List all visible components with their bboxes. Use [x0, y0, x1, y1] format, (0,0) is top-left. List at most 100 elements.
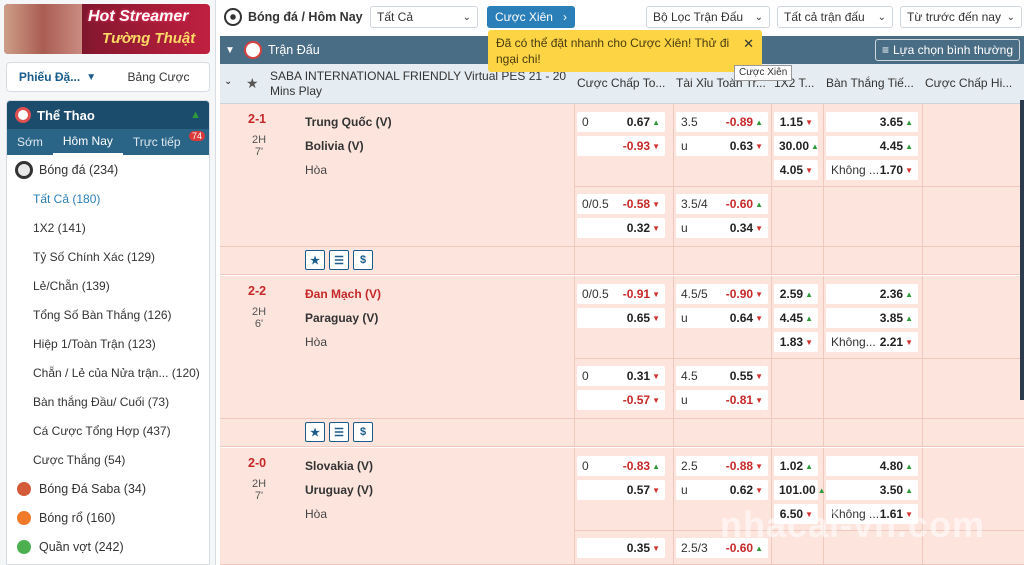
odds-value: 0.57 — [626, 483, 651, 497]
sidebar-sport-item[interactable]: Bóng rổ (160) — [7, 503, 209, 532]
odds-cell[interactable]: 4.80 ▲ — [826, 456, 918, 476]
odds-cell[interactable]: -0.57 ▼ — [577, 390, 665, 410]
odds-value: 6.50 — [779, 507, 804, 521]
match-filter-select[interactable]: Bộ Lọc Trận Đấu ⌄ — [646, 6, 770, 28]
scrollbar[interactable] — [1020, 100, 1024, 400]
sports-header[interactable]: Thể Thao ▲ — [7, 101, 209, 129]
market-select[interactable]: Tất Cả ⌄ — [370, 6, 478, 28]
odds-cell[interactable]: u 0.63 ▼ — [676, 136, 768, 156]
odds-value: -0.83 — [622, 459, 651, 473]
odds-cell[interactable]: 0.32 ▼ — [577, 218, 665, 238]
parlay-button[interactable]: Cược Xiên › — [487, 6, 575, 28]
sidebar-market-item[interactable]: Tỷ Số Chính Xác (129) — [7, 242, 209, 271]
column-divider — [922, 448, 923, 565]
star-icon[interactable]: ★ — [246, 75, 259, 92]
sidebar-sport-item[interactable]: Bóng Đá Saba (34) — [7, 474, 209, 503]
odds-cell[interactable]: 0.65 ▼ — [577, 308, 665, 328]
odds-cell[interactable]: 101.00 ▲ — [774, 480, 826, 500]
odds-cell[interactable]: 2.5 -0.88 ▼ — [676, 456, 768, 476]
column-divider — [574, 448, 575, 565]
odds-cell[interactable]: 4.5 0.55 ▼ — [676, 366, 768, 386]
tab-bet-table[interactable]: Bảng Cược — [108, 63, 209, 91]
sidebar-market-item[interactable]: Tất Cả (180) — [7, 184, 209, 213]
odds-cell[interactable]: 3.85 ▲ — [826, 308, 918, 328]
tab-live[interactable]: Trực tiếp — [123, 129, 191, 155]
stats-icon[interactable]: ☰ — [329, 422, 349, 442]
match-score: 2-2 — [248, 284, 267, 298]
normal-pick-button[interactable]: ≡ Lựa chọn bình thường — [874, 39, 1020, 61]
odds-cell[interactable]: Không... 2.21 ▼ — [826, 332, 918, 352]
odds-cell[interactable]: 3.5 -0.89 ▲ — [676, 112, 768, 132]
odds-line: u — [681, 393, 688, 407]
odds-cell[interactable]: u 0.64 ▼ — [676, 308, 768, 328]
column-divider — [823, 448, 824, 565]
stats-icon[interactable]: ☰ — [329, 250, 349, 270]
tab-early[interactable]: Sớm — [7, 129, 53, 155]
odds-cell[interactable]: 0.57 ▼ — [577, 480, 665, 500]
odds-cell[interactable]: 0 -0.83 ▲ — [577, 456, 665, 476]
all-matches-select[interactable]: Tất cả trận đấu ⌄ — [777, 6, 893, 28]
odds-down-icon: ▼ — [805, 337, 813, 347]
cashout-dollar-icon[interactable]: $ — [353, 250, 373, 270]
odds-cell[interactable]: 2.36 ▲ — [826, 284, 918, 304]
odds-cell[interactable]: u 0.34 ▼ — [676, 218, 768, 238]
odds-cell[interactable]: 1.02 ▲ — [774, 456, 818, 476]
odds-value: 0.35 — [626, 541, 651, 555]
odds-cell[interactable]: 3.65 ▲ — [826, 112, 918, 132]
odds-cell[interactable]: 4.45 ▲ — [774, 308, 818, 328]
column-divider — [673, 104, 674, 275]
odds-cell[interactable]: 0/0.5 -0.58 ▼ — [577, 194, 665, 214]
page-title: Bóng đá / Hôm Nay — [248, 10, 363, 24]
close-icon[interactable]: ✕ — [743, 36, 754, 52]
sort-select[interactable]: Từ trước đến nay ⌄ — [900, 6, 1022, 28]
odds-cell[interactable]: 0 0.67 ▲ — [577, 112, 665, 132]
sidebar-market-item[interactable]: Bàn thắng Đầu/ Cuối (73) — [7, 387, 209, 416]
column-divider — [823, 104, 824, 275]
sidebar-sport-item[interactable]: Quần vợt (242) — [7, 532, 209, 561]
sidebar-market-item[interactable]: 1X2 (141) — [7, 213, 209, 242]
sidebar-market-item[interactable]: Chẵn / Lẻ của Nửa trận... (120) — [7, 358, 209, 387]
col-handicap-half: Cược Chấp Hi... — [925, 76, 1013, 90]
odds-cell[interactable]: 3.50 ▲ — [826, 480, 918, 500]
odds-cell[interactable]: 30.00 ▲ — [774, 136, 819, 156]
cashout-dollar-icon[interactable]: $ — [353, 422, 373, 442]
chevron-down-icon[interactable]: ⌄ — [224, 76, 232, 87]
odds-cell[interactable]: 1.15 ▼ — [774, 112, 818, 132]
odds-cell[interactable]: 4.45 ▲ — [826, 136, 918, 156]
odds-cell[interactable]: 0.35 ▼ — [577, 538, 665, 558]
tab-today[interactable]: Hôm Nay — [52, 129, 123, 155]
odds-cell[interactable]: Không ... 1.61 ▼ — [826, 504, 918, 524]
row-separator — [220, 418, 1024, 419]
sidebar-market-item[interactable]: Hiệp 1/Toàn Trận (123) — [7, 329, 209, 358]
odds-cell[interactable]: u -0.81 ▼ — [676, 390, 768, 410]
odds-cell[interactable]: u 0.62 ▼ — [676, 480, 768, 500]
tab-bet-slip[interactable]: Phiếu Đặ... ▼ — [7, 63, 108, 91]
favorite-star-icon[interactable]: ★ — [305, 422, 325, 442]
normal-pick-label: Lựa chọn bình thường — [892, 43, 1013, 57]
sidebar-market-item[interactable]: Cược Thắng (54) — [7, 445, 209, 474]
collapse-icon[interactable]: ▼ — [220, 45, 240, 56]
sidebar-market-item[interactable]: Tổng Số Bàn Thắng (126) — [7, 300, 209, 329]
match-row: 2-2 2H 6' Đan Mạch (V) Paraguay (V) Hòa 0/0.5-… — [220, 276, 1024, 447]
sidebar-market-item[interactable]: Lẻ/Chẵn (139) — [7, 271, 209, 300]
sidebar-market-item[interactable]: Cá Cược Tổng Hợp (437) — [7, 416, 209, 445]
odds-cell[interactable]: Không ... 1.70 ▼ — [826, 160, 918, 180]
odds-cell[interactable]: 0 0.31 ▼ — [577, 366, 665, 386]
odds-cell[interactable]: -0.93 ▼ — [577, 136, 665, 156]
odds-cell[interactable]: 2.5/3 -0.60 ▲ — [676, 538, 768, 558]
favorite-star-icon[interactable]: ★ — [305, 250, 325, 270]
odds-cell[interactable]: 4.5/5 -0.90 ▼ — [676, 284, 768, 304]
odds-line: 0/0.5 — [582, 287, 609, 301]
sidebar: Hot Streamer Tường Thuật Phiếu Đặ... ▼ B… — [0, 0, 216, 565]
odds-cell[interactable]: 0/0.5 -0.91 ▼ — [577, 284, 665, 304]
match-score: 2-0 — [248, 456, 267, 470]
odds-cell[interactable]: 3.5/4 -0.60 ▲ — [676, 194, 768, 214]
odds-cell[interactable]: 2.59 ▲ — [774, 284, 818, 304]
hot-streamer-banner[interactable]: Hot Streamer Tường Thuật — [4, 4, 210, 54]
chevron-up-icon[interactable]: ▲ — [190, 109, 201, 121]
odds-cell[interactable]: 4.05 ▼ — [774, 160, 818, 180]
odds-cell[interactable]: 6.50 ▼ — [774, 504, 818, 524]
odds-cell[interactable]: 1.83 ▼ — [774, 332, 818, 352]
odds-value: 4.45 — [879, 139, 904, 153]
sidebar-sport-item[interactable]: Bóng đá (234) — [7, 155, 209, 184]
